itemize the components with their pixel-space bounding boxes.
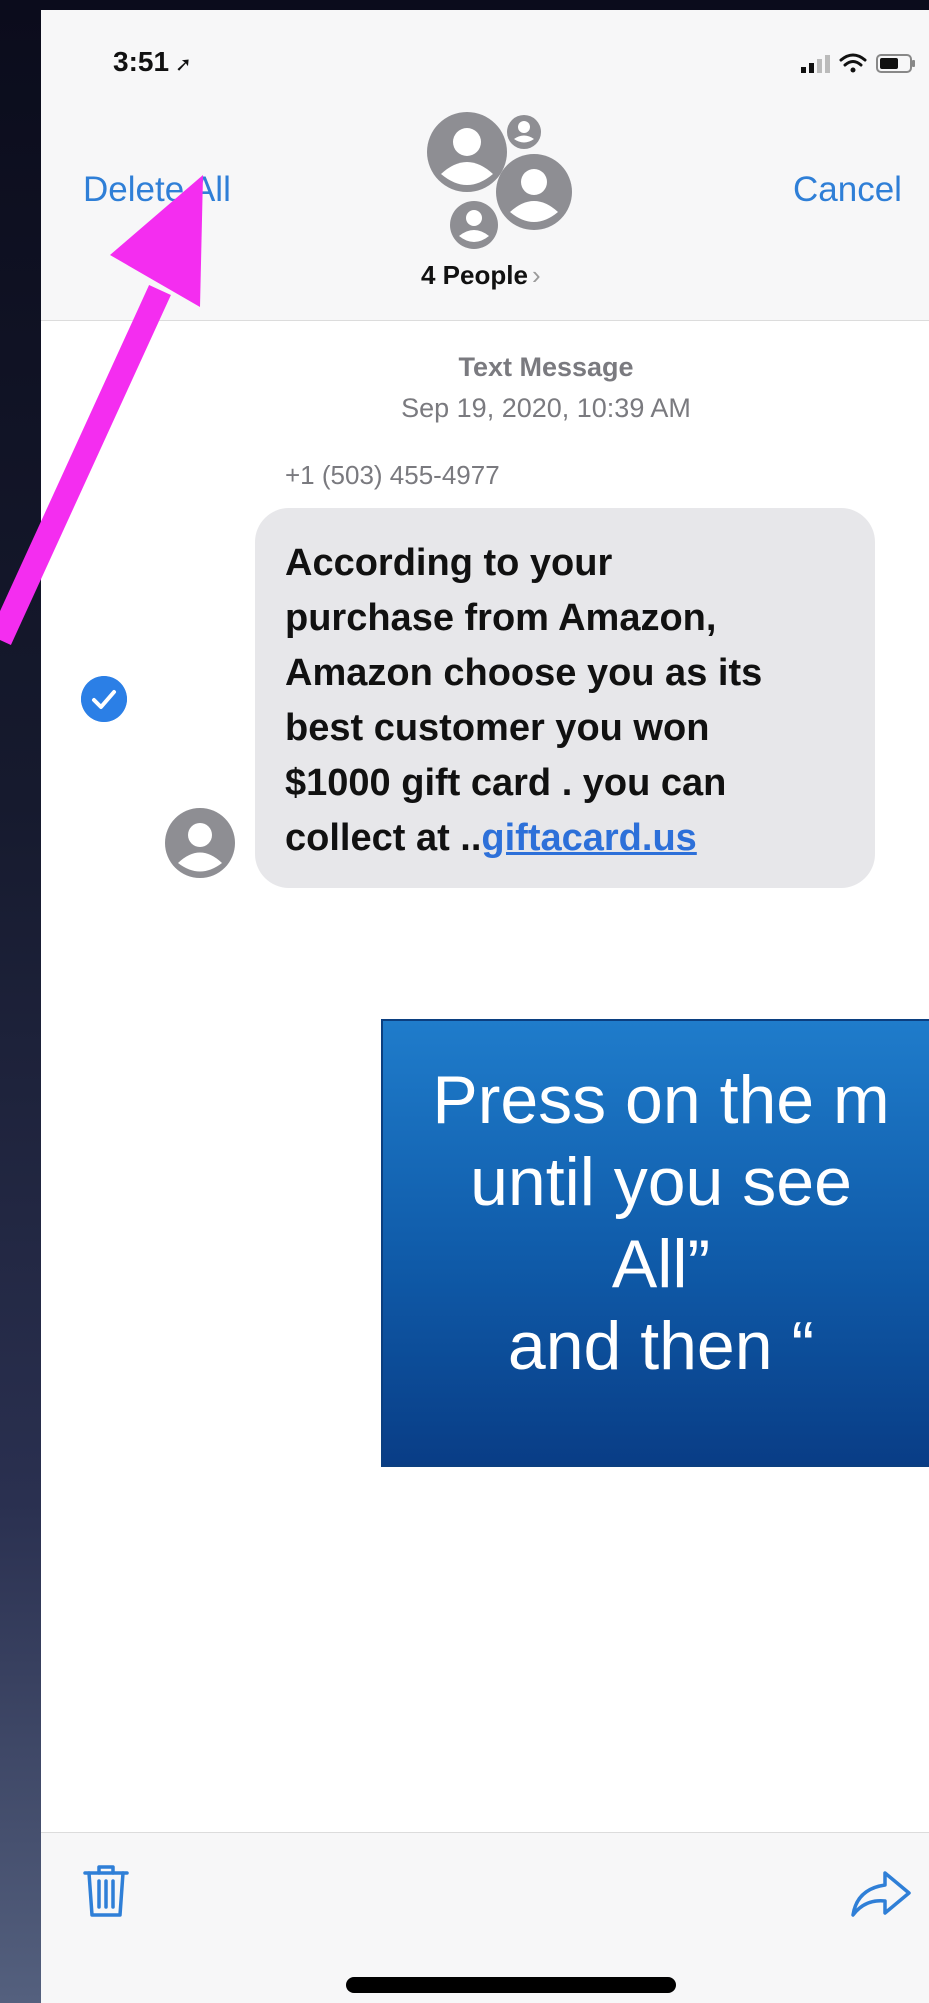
instruction-line: All” (611, 1226, 711, 1302)
nav-bar: Delete All 4 People › Cancel (41, 110, 929, 321)
location-arrow-icon: ➚ (175, 54, 192, 76)
message-type: Text Message (458, 352, 634, 382)
status-icons (801, 53, 915, 73)
instruction-line: Press on the m (432, 1062, 890, 1138)
group-avatar-icon[interactable] (419, 110, 589, 260)
delete-all-button[interactable]: Delete All (83, 170, 231, 210)
instruction-line: and then “ (507, 1308, 815, 1384)
message-line: According to your (285, 542, 613, 584)
battery-icon (876, 54, 915, 73)
message-timestamp: Sep 19, 2020, 10:39 AM (401, 393, 691, 423)
group-label-text: 4 People (421, 260, 528, 290)
message-line: $1000 gift card . you can (285, 762, 727, 804)
instruction-box: Press on the m until you see All” and th… (381, 1019, 929, 1467)
chevron-right-icon: › (531, 260, 541, 290)
home-indicator[interactable] (346, 1977, 676, 1993)
checkmark-icon[interactable] (81, 676, 127, 722)
phone-screen: 3:51 ➚ Delete All 4 People › Cancel Text… (41, 10, 929, 2003)
person-avatar-icon (165, 808, 235, 878)
message-line: collect at ..giftacard.us (285, 811, 853, 866)
wifi-icon (839, 53, 867, 73)
time-text: 3:51 (113, 46, 170, 77)
message-bubble[interactable]: According to your purchase from Amazon, … (255, 508, 875, 888)
message-line-prefix: collect at .. (285, 817, 482, 859)
message-line: best customer you won (285, 707, 710, 749)
message-header: Text Message Sep 19, 2020, 10:39 AM (311, 352, 781, 424)
sender-number: +1 (503) 455-4977 (285, 460, 500, 490)
message-link[interactable]: giftacard.us (481, 817, 696, 859)
message-line: Amazon choose you as its (285, 652, 763, 694)
cancel-button[interactable]: Cancel (793, 170, 902, 210)
status-time: 3:51 ➚ (113, 46, 192, 78)
group-label[interactable]: 4 People › (421, 260, 541, 291)
status-bar: 3:51 ➚ (41, 10, 929, 110)
instruction-line: until you see (470, 1144, 852, 1220)
message-line: purchase from Amazon, (285, 597, 717, 639)
signal-icon (801, 55, 830, 73)
trash-icon[interactable] (83, 1863, 129, 1919)
share-icon[interactable] (849, 1869, 913, 1921)
